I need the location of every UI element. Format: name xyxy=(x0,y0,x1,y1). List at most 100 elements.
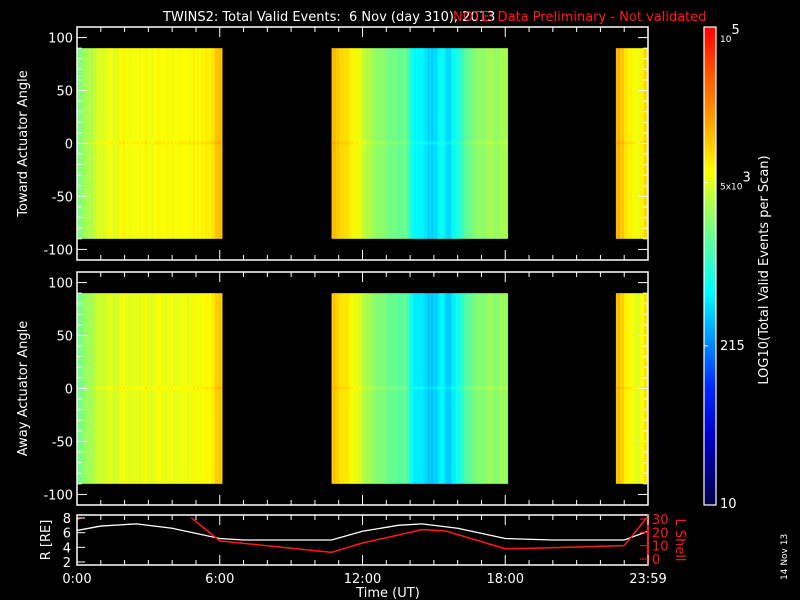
zero-angle-band xyxy=(125,386,128,390)
colorbar-segment xyxy=(704,415,716,418)
panel-toward: 100 50 0 -50 -100 Toward Actuator Angle xyxy=(16,26,649,261)
zero-angle-band xyxy=(119,386,122,390)
zero-angle-band xyxy=(389,141,392,145)
zero-angle-band xyxy=(117,141,120,145)
zero-angle-band xyxy=(469,386,472,390)
zero-angle-band xyxy=(349,386,352,390)
colorbar-segment xyxy=(704,53,716,56)
colorbar-segment xyxy=(704,247,716,250)
zero-angle-band xyxy=(205,386,208,390)
y-tick-label: 50 xyxy=(56,85,73,100)
zero-angle-band xyxy=(619,386,623,390)
zero-angle-band xyxy=(355,141,358,145)
colorbar-segment xyxy=(704,265,716,268)
zero-angle-band xyxy=(479,141,482,145)
zero-angle-band xyxy=(115,386,118,390)
y-tick-label: -50 xyxy=(52,190,73,205)
colorbar-label: 105 xyxy=(720,23,740,45)
colorbar-segment xyxy=(704,377,716,380)
zero-angle-band xyxy=(217,386,220,390)
colorbar-segment xyxy=(704,361,716,364)
colorbar-segment xyxy=(704,275,716,278)
zero-angle-band xyxy=(339,386,342,390)
colorbar-segment xyxy=(704,149,716,152)
zero-angle-band xyxy=(455,386,458,390)
colorbar-segment xyxy=(704,273,716,276)
colorbar-segment xyxy=(704,39,716,42)
zero-angle-band xyxy=(211,386,214,390)
zero-angle-band xyxy=(469,141,472,145)
zero-angle-band xyxy=(101,386,104,390)
colorbar-segment xyxy=(704,135,716,138)
zero-angle-band xyxy=(429,386,432,390)
colorbar-segment xyxy=(704,93,716,96)
zero-angle-band xyxy=(411,386,414,390)
zero-angle-band xyxy=(445,386,448,390)
colorbar-segment xyxy=(704,73,716,76)
zero-angle-band xyxy=(145,386,148,390)
colorbar-segment xyxy=(704,385,716,388)
zero-angle-band xyxy=(185,141,188,145)
zero-angle-band xyxy=(207,386,210,390)
colorbar-segment xyxy=(704,495,716,498)
colorbar-segment xyxy=(704,237,716,240)
colorbar-segment xyxy=(704,367,716,370)
zero-angle-band xyxy=(461,386,464,390)
colorbar-segment xyxy=(704,33,716,36)
y-tick-label: 100 xyxy=(48,277,73,292)
zero-angle-band xyxy=(631,141,635,145)
zero-angle-band xyxy=(193,386,196,390)
colorbar-segment xyxy=(704,169,716,172)
zero-angle-band xyxy=(439,386,442,390)
colorbar-segment xyxy=(704,307,716,310)
zero-angle-band xyxy=(157,386,160,390)
colorbar-title: LOG10(Total Valid Events per Scan) xyxy=(757,155,772,384)
zero-angle-band xyxy=(435,386,438,390)
zero-angle-band xyxy=(153,141,156,145)
colorbar-segment xyxy=(704,267,716,270)
zero-angle-band xyxy=(487,141,490,145)
colorbar-segment xyxy=(704,365,716,368)
colorbar-segment xyxy=(704,421,716,424)
colorbar-segment xyxy=(704,215,716,218)
zero-angle-band xyxy=(133,141,136,145)
zero-angle-band xyxy=(347,141,350,145)
zero-angle-band xyxy=(465,386,468,390)
colorbar-segment xyxy=(704,281,716,284)
zero-angle-band xyxy=(159,386,162,390)
zero-angle-band xyxy=(495,386,498,390)
zero-angle-band xyxy=(145,141,148,145)
colorbar-segment xyxy=(704,297,716,300)
colorbar-label-base: 5x10 xyxy=(720,182,743,192)
colorbar-segment xyxy=(704,229,716,232)
zero-angle-band xyxy=(381,141,384,145)
zero-angle-band xyxy=(485,386,488,390)
zero-angle-band xyxy=(475,386,478,390)
colorbar-segment xyxy=(704,249,716,252)
zero-angle-band xyxy=(221,386,223,390)
colorbar-segment xyxy=(704,393,716,396)
zero-angle-band xyxy=(359,141,362,145)
colorbar-segment xyxy=(704,37,716,40)
zero-angle-band xyxy=(371,386,374,390)
colorbar-segment xyxy=(704,147,716,150)
colorbar-segment xyxy=(704,409,716,412)
zero-angle-band xyxy=(427,386,430,390)
colorbar-segment xyxy=(704,311,716,314)
zero-angle-band xyxy=(503,141,506,145)
zero-angle-band xyxy=(169,386,172,390)
colorbar-segment xyxy=(704,447,716,450)
colorbar-segment xyxy=(704,431,716,434)
colorbar-segment xyxy=(704,441,716,444)
zero-angle-band xyxy=(127,386,130,390)
colorbar-segment xyxy=(704,357,716,360)
colorbar-segment xyxy=(704,183,716,186)
zero-angle-band xyxy=(433,386,436,390)
colorbar-segment xyxy=(704,487,716,490)
colorbar-segment xyxy=(704,295,716,298)
colorbar-segment xyxy=(704,65,716,68)
zero-angle-band xyxy=(91,386,94,390)
y-axis-label: Toward Actuator Angle xyxy=(16,70,31,217)
zero-angle-band xyxy=(219,141,222,145)
zero-angle-band xyxy=(187,386,190,390)
